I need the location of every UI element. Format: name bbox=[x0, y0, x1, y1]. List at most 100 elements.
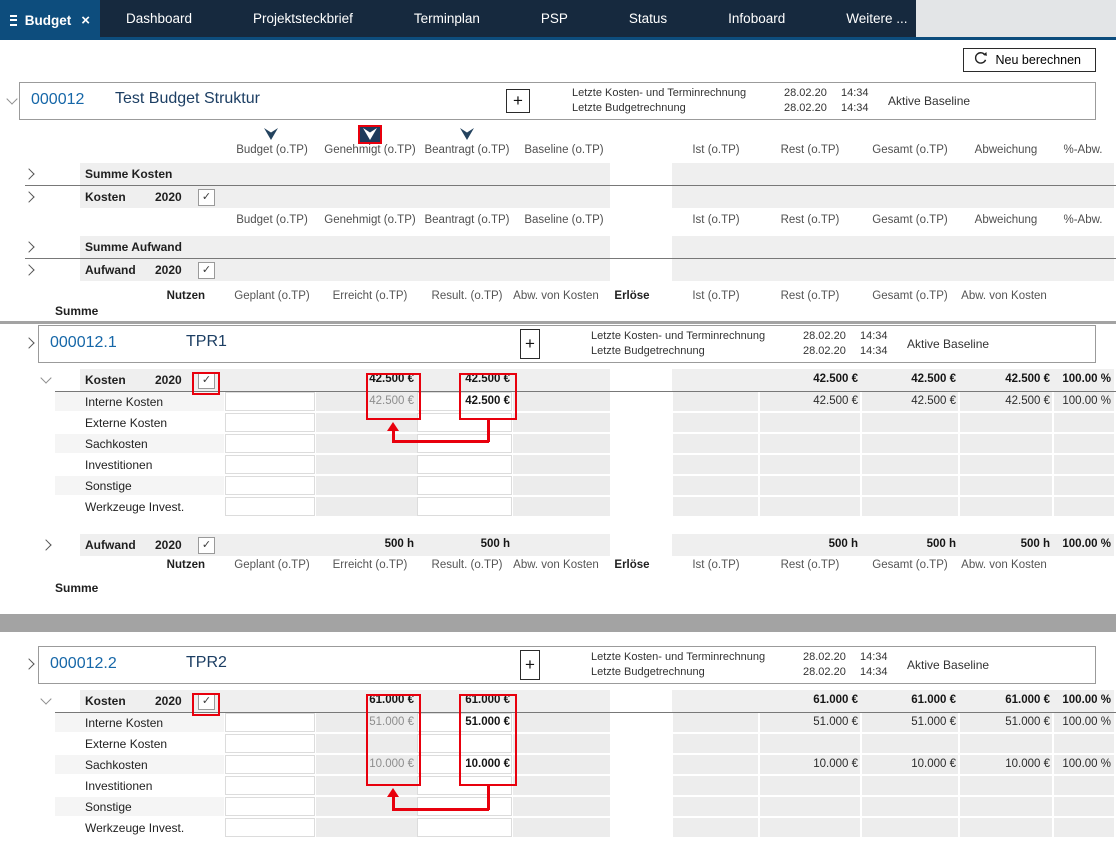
cell-genehmigt bbox=[316, 476, 417, 495]
checkbox-checked[interactable]: ✓ bbox=[198, 189, 215, 206]
row-year: 2020 bbox=[155, 190, 182, 204]
cell-budget[interactable] bbox=[225, 797, 315, 816]
subproject-header-row: 000012.2 TPR2 + Letzte Kosten- und Termi… bbox=[0, 646, 1116, 684]
chevron-right-icon[interactable] bbox=[23, 337, 35, 349]
recalculate-button[interactable]: Neu berechnen bbox=[962, 48, 1096, 72]
cell-beantragt[interactable] bbox=[417, 818, 512, 837]
tab-budget[interactable]: Budget × bbox=[0, 0, 100, 40]
cell-beantragt[interactable] bbox=[417, 413, 512, 432]
cell-beantragt[interactable] bbox=[417, 455, 512, 474]
chevron-down-icon[interactable] bbox=[40, 693, 52, 705]
cell-budget[interactable] bbox=[225, 818, 315, 837]
last-cost-calc-label: Letzte Kosten- und Terminrechnung bbox=[591, 330, 766, 342]
close-icon[interactable]: × bbox=[81, 13, 90, 28]
tab-weitere[interactable]: Weitere ... bbox=[846, 11, 907, 26]
table-row: Sachkosten 10.000 € 10.000 € 10.000 € 10… bbox=[0, 755, 1116, 776]
assign-down-filter-icon-selected[interactable] bbox=[358, 125, 382, 144]
cell-budget[interactable] bbox=[225, 497, 315, 516]
col-ist: Ist (o.TP) bbox=[692, 144, 740, 156]
cell-ist bbox=[673, 476, 758, 495]
cell-budget[interactable] bbox=[225, 455, 315, 474]
row-band bbox=[672, 259, 1114, 281]
tab-psp[interactable]: PSP bbox=[541, 11, 568, 26]
col-abweichung: Abweichung bbox=[974, 214, 1038, 226]
cell-abweichung bbox=[960, 413, 1052, 432]
add-button[interactable]: + bbox=[520, 650, 540, 680]
tab-dashboard[interactable]: Dashboard bbox=[126, 11, 192, 26]
table-row: Werkzeuge Invest. bbox=[0, 497, 1116, 518]
cell-ist bbox=[673, 413, 758, 432]
cell-budget[interactable] bbox=[225, 434, 315, 453]
value-beantragt[interactable]: 10.000 € bbox=[419, 758, 510, 770]
chevron-right-icon[interactable] bbox=[23, 241, 35, 253]
value-genehmigt: 42.500 € bbox=[369, 373, 414, 385]
menu-icon[interactable] bbox=[10, 14, 17, 26]
cell-budget[interactable] bbox=[225, 413, 315, 432]
cell-rest bbox=[760, 497, 860, 516]
tab-terminplan[interactable]: Terminplan bbox=[414, 11, 480, 26]
table-row: Sonstige bbox=[0, 476, 1116, 497]
cell-beantragt[interactable] bbox=[417, 434, 512, 453]
cell-budget[interactable] bbox=[225, 713, 315, 732]
tpr2-body: Kosten 2020 ✓ 61.000 € 61.000 € 61.000 €… bbox=[0, 690, 1116, 839]
value-genehmigt: 51.000 € bbox=[369, 716, 414, 728]
cell-baseline bbox=[513, 755, 610, 774]
value-beantragt[interactable]: 42.500 € bbox=[419, 395, 510, 407]
table-row: Externe Kosten bbox=[0, 734, 1116, 755]
col-beantragt: Beantragt (o.TP) bbox=[424, 214, 510, 226]
cell-budget[interactable] bbox=[225, 776, 315, 795]
tab-projektsteckbrief[interactable]: Projektsteckbrief bbox=[253, 11, 353, 26]
value-gesamt: 61.000 € bbox=[911, 694, 956, 706]
cost-category-label: Investitionen bbox=[85, 779, 153, 793]
add-button[interactable]: + bbox=[520, 329, 540, 359]
cell-rest bbox=[760, 455, 860, 474]
value-pct: 100.00 % bbox=[1062, 395, 1111, 407]
tab-infoboard[interactable]: Infoboard bbox=[728, 11, 785, 26]
tab-status[interactable]: Status bbox=[629, 11, 667, 26]
checkbox-checked[interactable]: ✓ bbox=[198, 537, 215, 554]
assign-down-filter-icon[interactable] bbox=[455, 125, 479, 144]
value-beantragt[interactable]: 51.000 € bbox=[419, 716, 510, 728]
cell-budget[interactable] bbox=[225, 392, 315, 411]
chevron-right-icon[interactable] bbox=[23, 191, 35, 203]
cell-budget[interactable] bbox=[225, 734, 315, 753]
col-budget: Budget (o.TP) bbox=[236, 214, 308, 226]
chevron-down-icon[interactable] bbox=[40, 372, 52, 384]
row-kosten-2020: Kosten 2020 ✓ 42.500 € 42.500 € 42.500 €… bbox=[0, 369, 1116, 391]
chevron-right-icon[interactable] bbox=[23, 658, 35, 670]
row-label: Kosten bbox=[85, 694, 126, 708]
chevron-right-icon[interactable] bbox=[23, 264, 35, 276]
assign-down-filter-icon[interactable] bbox=[259, 125, 283, 144]
cell-beantragt[interactable] bbox=[417, 797, 512, 816]
chevron-right-icon[interactable] bbox=[23, 168, 35, 180]
cell-budget[interactable] bbox=[225, 755, 315, 774]
col-erreicht: Erreicht (o.TP) bbox=[332, 559, 408, 571]
cell-baseline bbox=[513, 476, 610, 495]
row-band bbox=[672, 163, 1114, 185]
cell-budget[interactable] bbox=[225, 476, 315, 495]
cell-gesamt bbox=[862, 734, 958, 753]
chevron-down-icon[interactable] bbox=[6, 93, 18, 105]
cell-beantragt[interactable] bbox=[417, 776, 512, 795]
cell-pct bbox=[1054, 455, 1114, 474]
erloese-label: Erlöse bbox=[614, 559, 650, 571]
cell-baseline bbox=[513, 818, 610, 837]
cell-beantragt[interactable] bbox=[417, 497, 512, 516]
checkbox-checked[interactable]: ✓ bbox=[198, 372, 215, 389]
col-genehmigt: Genehmigt (o.TP) bbox=[324, 144, 416, 156]
row-label: Aufwand bbox=[85, 263, 136, 277]
cell-beantragt[interactable] bbox=[417, 734, 512, 753]
chevron-right-icon[interactable] bbox=[40, 539, 52, 551]
checkbox-checked[interactable]: ✓ bbox=[198, 693, 215, 710]
cell-rest bbox=[760, 734, 860, 753]
table-row: Investitionen bbox=[0, 776, 1116, 797]
cell-genehmigt bbox=[316, 455, 417, 474]
cell-genehmigt bbox=[316, 434, 417, 453]
col-gesamt: Gesamt (o.TP) bbox=[872, 290, 948, 302]
cell-beantragt[interactable] bbox=[417, 476, 512, 495]
add-button[interactable]: + bbox=[506, 89, 530, 113]
checkbox-checked[interactable]: ✓ bbox=[198, 262, 215, 279]
col-budget: Budget (o.TP) bbox=[236, 144, 308, 156]
refresh-icon bbox=[973, 51, 988, 69]
cell-rest bbox=[760, 776, 860, 795]
